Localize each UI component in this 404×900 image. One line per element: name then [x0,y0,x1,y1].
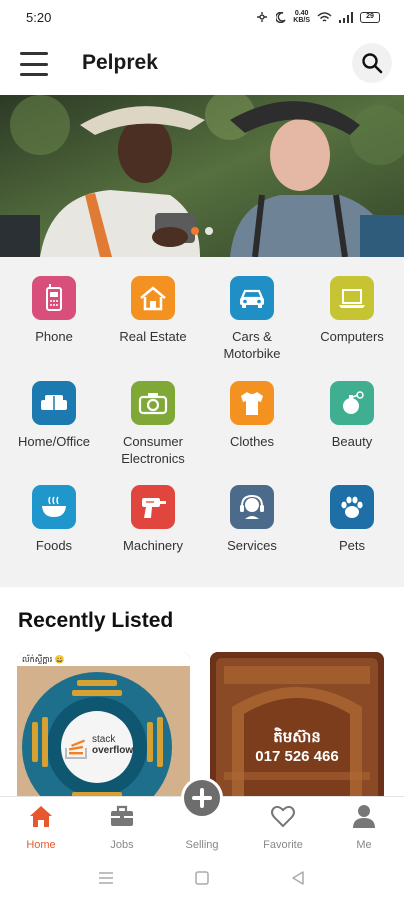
nav-favorite[interactable]: Favorite [253,797,313,859]
camera-icon [131,381,175,425]
recently-listed-title: Recently Listed [18,609,174,632]
category-label: Pets [338,538,365,553]
category-label: Cars & Motorbike [223,329,281,361]
category-home-office[interactable]: Home/Office [4,381,104,450]
laptop-icon [330,276,374,320]
briefcase-icon [111,805,133,826]
nav-label: Selling [185,839,219,851]
bowl-icon [32,485,76,529]
search-icon [362,53,383,74]
carousel-dot[interactable] [205,227,213,235]
nav-me[interactable]: Me [334,797,394,859]
carousel-dot[interactable] [191,227,199,235]
nav-jobs[interactable]: Jobs [92,797,152,859]
hotspot-icon [257,12,268,22]
category-label: Computers [320,329,384,344]
category-label: Consumer Electronics [121,434,185,466]
category-computers[interactable]: Computers [302,276,402,345]
listing-card[interactable]: តិមស៊ាន 017 526 466 [210,652,384,802]
bottom-nav: Home Jobs Selling Favorite Me [0,777,404,859]
category-label: Real Estate [119,329,187,344]
signal-icon [339,11,353,23]
person-icon [353,805,375,828]
category-foods[interactable]: Foods [4,485,104,554]
nav-label: Home [26,839,56,851]
car-icon [230,276,274,320]
category-consumer-electronics[interactable]: Consumer Electronics [103,381,203,467]
listing-image [17,652,190,802]
category-services[interactable]: Services [202,485,302,554]
category-cars[interactable]: Cars & Motorbike [202,276,302,362]
nav-label: Favorite [263,839,303,851]
home-button-icon[interactable] [192,868,212,888]
nav-label: Me [356,839,372,851]
perfume-icon [330,381,374,425]
sofa-icon [32,381,76,425]
battery-icon: 29 [360,11,380,23]
status-time: 5:20 [26,9,52,25]
carousel-dots [191,227,213,235]
category-grid: Phone Real Estate Cars & Motorbike Compu… [0,257,404,587]
screen: 5:20 0.40 KB/S 29 Pelprek Phone Real Est… [0,0,404,900]
plus-icon [192,788,212,808]
category-real-estate[interactable]: Real Estate [103,276,203,345]
paw-icon [330,485,374,529]
shirt-icon [230,381,274,425]
headset-icon [230,485,274,529]
category-label: Beauty [331,434,373,449]
listing-text: តិមស៊ាន [273,729,321,746]
home-icon [30,806,52,827]
recents-icon[interactable] [96,868,116,888]
listing-image [210,652,384,802]
heart-icon [271,805,295,828]
nav-home[interactable]: Home [11,797,71,859]
logo-line-2: overflow [92,745,134,756]
nav-label: Jobs [110,839,134,851]
category-label: Services [227,538,277,553]
status-icons: 0.40 KB/S 29 [255,10,380,24]
hamburger-icon [20,52,48,55]
phone-icon [32,276,76,320]
category-machinery[interactable]: Machinery [103,485,203,554]
app-title: Pelprek [82,51,158,74]
category-label: Foods [35,538,73,553]
net-speed: 0.40 KB/S [293,10,310,24]
status-bar: 5:20 0.40 KB/S 29 [0,0,404,34]
menu-button[interactable] [20,52,48,76]
category-beauty[interactable]: Beauty [302,381,402,450]
category-phone[interactable]: Phone [4,276,104,345]
nav-selling[interactable]: Selling [172,777,232,859]
search-button[interactable] [352,43,392,83]
listing-card[interactable]: ល័ក់ស្ទីក្អ្ការ 😀 stack overflow [17,652,190,802]
stack-logo-text: stack overflow [92,734,133,756]
logo-line-1: stack [92,734,116,745]
listing-phone: 017 526 466 [255,748,339,765]
category-label: Machinery [123,538,183,553]
drill-icon [131,485,175,529]
moon-icon [276,11,286,23]
back-icon[interactable] [288,868,308,888]
category-label: Home/Office [17,434,90,449]
listing-tag: ល័ក់ស្ទីក្អ្ការ 😀 [22,655,65,664]
category-clothes[interactable]: Clothes [202,381,302,450]
sell-fab[interactable] [181,777,223,819]
banner-carousel[interactable] [0,95,404,257]
app-bar: Pelprek [0,34,404,94]
house-icon [131,276,175,320]
system-nav-bar [0,858,404,900]
category-label: Phone [35,329,73,344]
category-label: Clothes [229,434,275,449]
wifi-icon [317,11,332,22]
category-pets[interactable]: Pets [302,485,402,554]
